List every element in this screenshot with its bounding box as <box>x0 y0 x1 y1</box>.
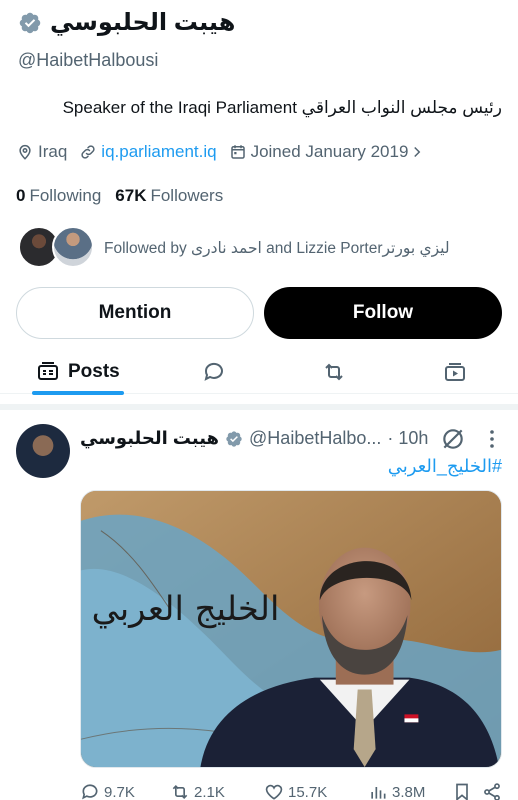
media-tab-icon <box>445 363 465 381</box>
post-header: هيبت الحلبوسي @HaibetHalbo... · 10h <box>80 428 428 449</box>
repost-count: 2.1K <box>194 783 225 800</box>
followers-count: 67K <box>115 186 147 205</box>
followed-by-text: Followed by احمد نادرى and Lizzie Porter… <box>104 239 450 257</box>
repost-icon <box>172 784 188 800</box>
grok-icon[interactable] <box>440 426 466 452</box>
location-item: Iraq <box>16 142 67 162</box>
replies-tab-icon <box>204 362 223 381</box>
image-caption: الخليج العربي <box>92 589 280 629</box>
post-author-name[interactable]: هيبت الحلبوسي <box>80 428 219 449</box>
views-count: 3.8M <box>392 783 426 800</box>
reply-count: 9.7K <box>104 783 135 800</box>
website-link[interactable]: iq.parliament.iq <box>79 142 217 162</box>
post-avatar[interactable] <box>16 424 70 478</box>
calendar-icon <box>230 145 245 159</box>
tab-media[interactable] <box>443 350 467 394</box>
profile-meta: Iraq iq.parliament.iq Joined January 201… <box>16 142 438 162</box>
profile-bio: رئيس مجلس النواب العراقي Speaker of the … <box>62 98 502 117</box>
views-button[interactable]: 3.8M <box>368 782 452 800</box>
joined-text: Joined January 2019 <box>250 142 409 161</box>
followers-link[interactable]: 67K Followers <box>115 186 223 206</box>
more-icon[interactable] <box>482 428 502 450</box>
joined-item: Joined January 2019 <box>229 142 427 162</box>
profile-tabs: Posts <box>0 350 518 395</box>
avatar <box>52 226 94 268</box>
share-button[interactable] <box>482 782 504 800</box>
active-tab-indicator <box>32 391 124 395</box>
tab-posts[interactable]: Posts <box>32 350 124 395</box>
website-text[interactable]: iq.parliament.iq <box>101 142 216 162</box>
post-image[interactable]: الخليج العربي <box>80 490 502 768</box>
followers-label: Followers <box>150 186 224 205</box>
like-count: 15.7K <box>288 783 328 800</box>
mention-button[interactable]: Mention <box>16 287 254 339</box>
following-label: Following <box>29 186 102 205</box>
location-text: Iraq <box>38 142 68 161</box>
followed-by-row[interactable]: Followed by احمد نادرى and Lizzie Porter… <box>18 226 450 270</box>
post-image-graphic: الخليج العربي <box>81 491 501 767</box>
bookmark-icon <box>456 783 468 800</box>
posts-tab-icon <box>38 362 58 380</box>
post[interactable]: هيبت الحلبوسي @HaibetHalbo... · 10h #الخ… <box>0 404 518 800</box>
follow-counts: 0 Following 67K Followers <box>16 186 223 206</box>
followed-by-avatars <box>18 226 94 270</box>
tab-reposts[interactable] <box>322 350 346 394</box>
verified-badge-icon <box>19 12 41 33</box>
post-author-handle[interactable]: @HaibetHalbo... <box>249 428 381 449</box>
reposts-tab-icon <box>325 363 343 381</box>
like-button[interactable]: 15.7K <box>264 782 368 800</box>
follow-button[interactable]: Follow <box>264 287 502 339</box>
like-icon <box>265 784 283 800</box>
following-link[interactable]: 0 Following <box>16 186 101 206</box>
tab-replies[interactable] <box>202 350 226 394</box>
location-icon <box>19 144 31 160</box>
following-count: 0 <box>16 186 26 205</box>
share-icon <box>484 783 500 800</box>
profile-name: هيبت الحلبوسي <box>50 9 236 36</box>
repost-button[interactable]: 2.1K <box>170 782 264 800</box>
post-timestamp[interactable]: · 10h <box>387 428 428 449</box>
profile-handle: @HaibetHalbousi <box>18 50 159 70</box>
post-hashtag[interactable]: #الخليج_العربي <box>388 456 502 477</box>
link-icon <box>81 145 95 159</box>
reply-button[interactable]: 9.7K <box>80 782 170 800</box>
profile-name-row: هيبت الحلبوسي <box>18 8 235 37</box>
chevron-right-icon[interactable] <box>408 143 426 161</box>
bookmark-button[interactable] <box>452 782 482 800</box>
verified-badge-icon <box>226 430 242 447</box>
views-icon <box>371 787 386 799</box>
reply-icon <box>82 784 98 800</box>
tab-posts-label: Posts <box>68 361 120 382</box>
post-actions: 9.7K 2.1K 15.7K 3.8M <box>80 782 508 800</box>
